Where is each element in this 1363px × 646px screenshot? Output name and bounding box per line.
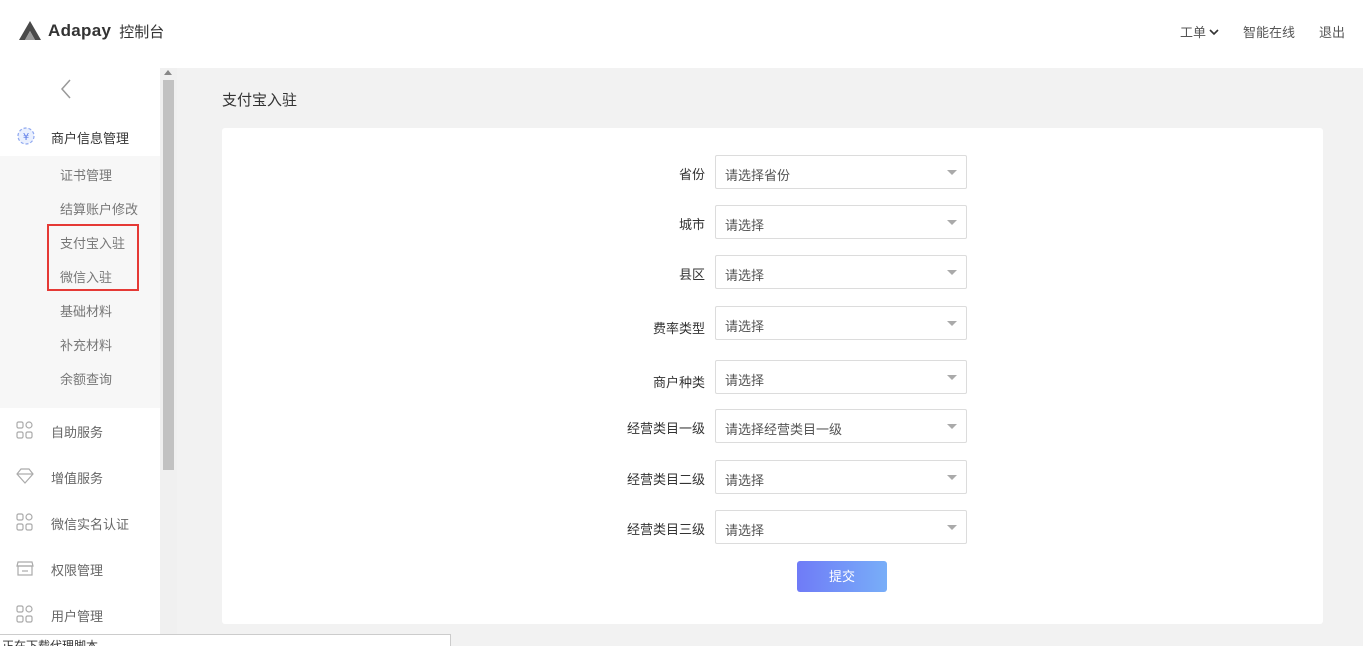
nav-permissions-label: 权限管理 <box>51 563 104 578</box>
form-row-district: 县区 请选择 <box>222 255 1323 289</box>
header-actions: 工单 智能在线 退出 <box>1180 22 1345 41</box>
nav-wechat-verification-label: 微信实名认证 <box>51 517 130 532</box>
merchant-category-select-value: 请选择 <box>725 373 765 388</box>
rate-type-select-value: 请选择 <box>725 319 765 334</box>
console-label: 控制台 <box>119 23 165 41</box>
business-level2-label: 经营类目二级 <box>626 472 705 487</box>
chevron-down-icon <box>1209 28 1219 35</box>
city-select[interactable]: 请选择 <box>715 205 967 239</box>
nav-wechat-verification[interactable]: 微信实名认证 <box>0 502 160 542</box>
diamond-icon <box>16 468 34 484</box>
nav-permissions[interactable]: 权限管理 <box>0 548 160 588</box>
nav-value-added[interactable]: 增值服务 <box>0 456 160 496</box>
ticket-menu[interactable]: 工单 <box>1180 22 1219 41</box>
sub-item-alipay-onboarding[interactable]: 支付宝入驻 <box>60 233 125 252</box>
dropdown-caret-icon <box>947 424 957 429</box>
sidebar: ¥ 商户信息管理 证书管理 结算账户修改 支付宝入驻 微信入驻 基础材料 补充材… <box>0 68 160 636</box>
nav-value-added-label: 增值服务 <box>51 471 104 486</box>
top-header: Adapay 控制台 工单 智能在线 退出 <box>0 0 1363 68</box>
business-level2-select-value: 请选择 <box>725 473 765 488</box>
dropdown-caret-icon <box>947 220 957 225</box>
menu-merchant-info[interactable]: ¥ 商户信息管理 <box>0 116 160 156</box>
business-level1-label: 经营类目一级 <box>626 421 705 436</box>
nav-user-management[interactable]: 用户管理 <box>0 594 160 634</box>
yen-circle-icon: ¥ <box>17 127 35 145</box>
rate-type-label: 费率类型 <box>652 321 705 336</box>
online-service-link[interactable]: 智能在线 <box>1243 22 1295 41</box>
brand-name: Adapay <box>48 21 112 40</box>
sidebar-scrollbar[interactable] <box>160 68 177 636</box>
form-row-business-level3: 经营类目三级 请选择 <box>222 510 1323 544</box>
submit-button[interactable]: 提交 <box>797 561 887 592</box>
business-level1-select-value: 请选择经营类目一级 <box>725 422 843 437</box>
province-select-value: 请选择省份 <box>725 168 791 183</box>
rate-type-select[interactable]: 请选择 <box>715 306 967 340</box>
sub-item-settlement-account[interactable]: 结算账户修改 <box>60 199 138 218</box>
business-level1-select[interactable]: 请选择经营类目一级 <box>715 409 967 443</box>
browser-status-bar: 正在下载代理脚本... <box>0 634 451 646</box>
dropdown-caret-icon <box>947 375 957 380</box>
sub-item-basic-materials[interactable]: 基础材料 <box>60 301 112 320</box>
apps-icon <box>16 513 33 531</box>
province-select[interactable]: 请选择省份 <box>715 155 967 189</box>
sub-item-balance-query[interactable]: 余额查询 <box>60 369 112 388</box>
apps-icon <box>16 605 33 623</box>
merchant-category-select[interactable]: 请选择 <box>715 360 967 394</box>
store-icon <box>16 561 34 576</box>
submenu-merchant-info: 证书管理 结算账户修改 支付宝入驻 微信入驻 基础材料 补充材料 余额查询 <box>0 156 160 408</box>
form-row-rate-type: 费率类型 请选择 <box>222 306 1323 340</box>
ticket-label: 工单 <box>1179 25 1206 40</box>
business-level2-select[interactable]: 请选择 <box>715 460 967 494</box>
dropdown-caret-icon <box>947 475 957 480</box>
district-select-value: 请选择 <box>725 268 765 283</box>
adapay-logo-icon <box>19 21 41 40</box>
dropdown-caret-icon <box>947 270 957 275</box>
merchant-category-label: 商户种类 <box>652 375 705 390</box>
district-label: 县区 <box>678 267 705 282</box>
business-level3-label: 经营类目三级 <box>626 522 705 537</box>
scrollbar-thumb[interactable] <box>163 80 174 470</box>
dropdown-caret-icon <box>947 170 957 175</box>
nav-user-management-label: 用户管理 <box>51 609 104 624</box>
sub-item-certificate[interactable]: 证书管理 <box>60 165 112 184</box>
status-text: 正在下载代理脚本... <box>2 639 109 646</box>
dropdown-caret-icon <box>947 525 957 530</box>
province-label: 省份 <box>678 167 705 182</box>
page-title: 支付宝入驻 <box>222 92 298 109</box>
city-select-value: 请选择 <box>725 218 765 233</box>
form-row-merchant-category: 商户种类 请选择 <box>222 360 1323 394</box>
form-row-business-level1: 经营类目一级 请选择经营类目一级 <box>222 409 1323 443</box>
menu-merchant-info-label: 商户信息管理 <box>51 131 130 146</box>
logout-link[interactable]: 退出 <box>1319 22 1345 41</box>
collapse-sidebar-icon[interactable] <box>58 78 74 100</box>
nav-self-service-label: 自助服务 <box>51 425 104 440</box>
form-card: 省份 请选择省份 城市 请选择 县区 请选择 费率类型 请选择 商户种类 请选择 <box>222 128 1323 624</box>
district-select[interactable]: 请选择 <box>715 255 967 289</box>
city-label: 城市 <box>678 217 705 232</box>
apps-icon <box>16 421 33 439</box>
business-level3-select-value: 请选择 <box>725 523 765 538</box>
svg-text:¥: ¥ <box>23 132 29 143</box>
form-row-business-level2: 经营类目二级 请选择 <box>222 460 1323 494</box>
nav-self-service[interactable]: 自助服务 <box>0 410 160 450</box>
form-row-city: 城市 请选择 <box>222 205 1323 239</box>
business-level3-select[interactable]: 请选择 <box>715 510 967 544</box>
logo[interactable]: Adapay 控制台 <box>18 20 164 42</box>
dropdown-caret-icon <box>947 321 957 326</box>
sub-item-wechat-onboarding[interactable]: 微信入驻 <box>60 267 112 286</box>
scroll-up-arrow-icon[interactable] <box>164 70 172 75</box>
sub-item-supplementary-materials[interactable]: 补充材料 <box>60 335 112 354</box>
form-row-province: 省份 请选择省份 <box>222 155 1323 189</box>
